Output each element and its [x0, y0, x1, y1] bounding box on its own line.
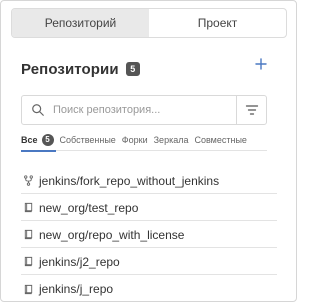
- section-header: Репозитории 5: [21, 58, 140, 80]
- repo-name: jenkins/j_repo: [39, 282, 114, 296]
- repo-name: jenkins/j2_repo: [39, 254, 120, 269]
- repo-icon: [24, 202, 33, 213]
- repo-panel: Репозиторий Проект Репозитории 5 Все 5 С…: [0, 0, 297, 302]
- repo-list-item[interactable]: jenkins/fork_repo_without_jenkins: [21, 168, 277, 194]
- scope-toggle: Репозиторий Проект: [11, 8, 287, 38]
- repo-count-badge: 5: [125, 62, 140, 76]
- filter-icon: [245, 105, 258, 115]
- repo-name: new_org/repo_with_license: [39, 227, 185, 242]
- filter-button[interactable]: [236, 96, 266, 124]
- repo-list: jenkins/fork_repo_without_jenkins new_or…: [21, 168, 277, 302]
- add-repo-button[interactable]: [253, 56, 269, 72]
- repo-list-item[interactable]: new_org/test_repo: [21, 195, 277, 221]
- tab-mirrors[interactable]: Зеркала: [154, 129, 189, 151]
- toggle-project[interactable]: Проект: [149, 9, 286, 37]
- repo-list-item[interactable]: new_org/repo_with_license: [21, 222, 277, 248]
- search-input[interactable]: [53, 97, 236, 123]
- filter-tabs: Все 5 Собственные Форки Зеркала Совместн…: [21, 129, 267, 152]
- tab-all-count-badge: 5: [41, 133, 54, 146]
- fork-icon: [24, 175, 33, 186]
- tab-all[interactable]: Все 5: [21, 129, 56, 152]
- plus-icon: [255, 58, 267, 70]
- repo-icon: [24, 256, 33, 267]
- repo-list-item[interactable]: jenkins/j_repo: [21, 276, 277, 302]
- search-icon: [32, 104, 44, 116]
- tab-own[interactable]: Собственные: [60, 129, 116, 151]
- toggle-repository[interactable]: Репозиторий: [12, 9, 149, 37]
- repo-list-item[interactable]: jenkins/j2_repo: [21, 249, 277, 275]
- tab-all-label: Все: [21, 134, 38, 145]
- repo-name: new_org/test_repo: [39, 200, 139, 215]
- tab-forks[interactable]: Форки: [122, 129, 148, 151]
- section-title: Репозитории: [21, 60, 119, 78]
- repo-icon: [24, 284, 33, 294]
- repo-icon: [24, 229, 33, 240]
- search-box: [21, 95, 267, 125]
- tab-shared[interactable]: Совместные: [194, 129, 246, 151]
- repo-name: jenkins/fork_repo_without_jenkins: [39, 173, 220, 188]
